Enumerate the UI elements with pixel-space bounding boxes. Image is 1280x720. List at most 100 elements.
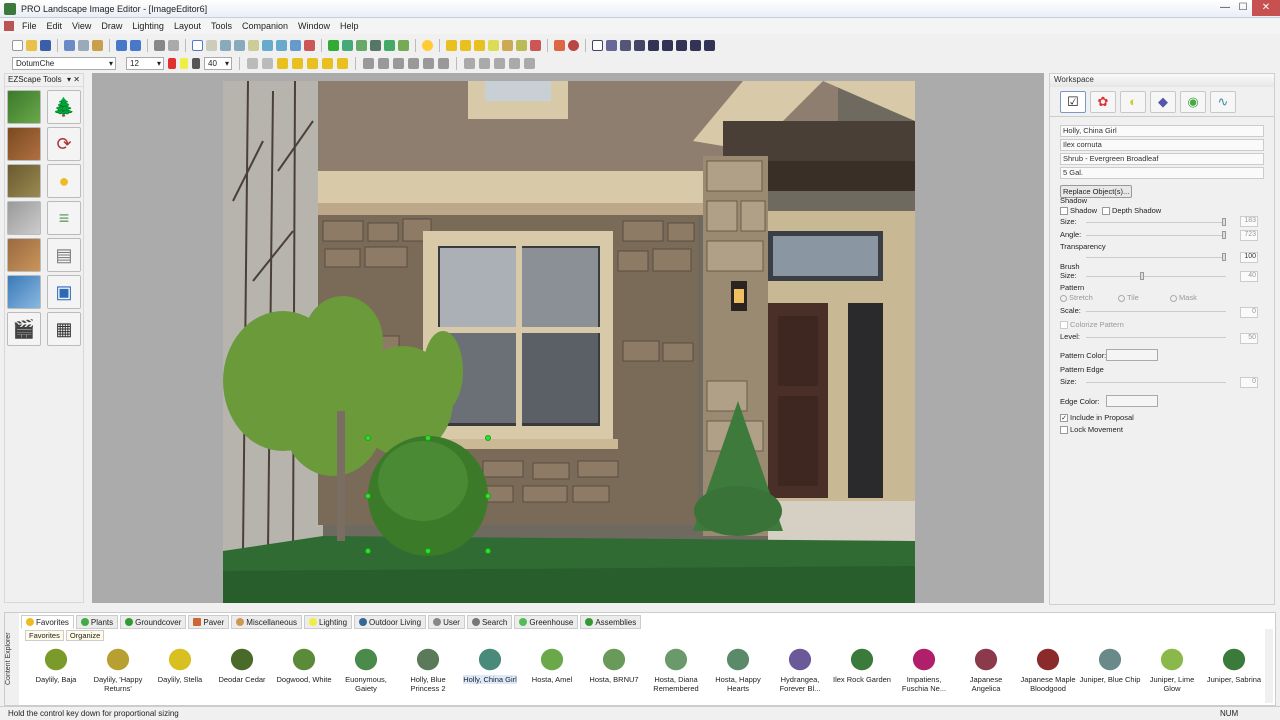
- zoom-in-icon[interactable]: [220, 39, 231, 51]
- shadow-size-knob[interactable]: [1222, 218, 1226, 226]
- font-select[interactable]: DotumChe: [12, 56, 116, 70]
- menu-lighting[interactable]: Lighting: [127, 21, 169, 31]
- tab-greenhouse[interactable]: Greenhouse: [514, 615, 579, 629]
- plant-thumbnail[interactable]: Deodar Cedar: [211, 643, 273, 693]
- align-center-icon[interactable]: [378, 57, 389, 69]
- tab-paver[interactable]: Paver: [188, 615, 230, 629]
- font-size-select[interactable]: 12: [126, 56, 164, 70]
- panel-pin-icon[interactable]: ▾ ✕: [67, 75, 80, 85]
- soil-tool-icon[interactable]: [7, 164, 41, 198]
- plant-thumbnail[interactable]: Daylily, Stella: [149, 643, 211, 693]
- arrow-back-icon[interactable]: [704, 39, 715, 51]
- plant-name-field[interactable]: Holly, China Girl: [1060, 125, 1264, 137]
- align-top-icon[interactable]: [408, 57, 419, 69]
- curve-icon[interactable]: [516, 39, 527, 51]
- monitor-icon[interactable]: ▣: [47, 275, 81, 309]
- palette-tab-icon[interactable]: ◉: [1180, 90, 1206, 113]
- tab-outdoor-living[interactable]: Outdoor Living: [354, 615, 427, 629]
- menu-window[interactable]: Window: [293, 21, 335, 31]
- wand-icon[interactable]: [634, 39, 645, 51]
- pdf-icon[interactable]: [304, 39, 315, 51]
- lighting-tool-icon[interactable]: ●: [47, 164, 81, 198]
- document-icon[interactable]: [4, 21, 14, 31]
- redo-icon[interactable]: [130, 39, 141, 51]
- replace-plant-icon[interactable]: ⟳: [47, 127, 81, 161]
- tab-favorites[interactable]: Favorites: [21, 615, 74, 629]
- plant-thumbnail[interactable]: Juniper, Blue Chip: [1079, 643, 1141, 693]
- mulch-tool-icon[interactable]: [7, 127, 41, 161]
- plant-icon[interactable]: [328, 39, 339, 51]
- minimize-button[interactable]: —: [1216, 0, 1234, 16]
- scale-value[interactable]: 0: [1240, 307, 1258, 318]
- mask-radio[interactable]: [1170, 294, 1177, 302]
- plant-thumbnail[interactable]: Daylily, 'Happy Returns': [87, 643, 149, 693]
- stretch-radio[interactable]: [1060, 294, 1067, 302]
- database-icon[interactable]: ≡: [47, 201, 81, 235]
- shrub-icon[interactable]: [370, 39, 381, 51]
- wood-tool-icon[interactable]: [7, 238, 41, 272]
- crop-icon[interactable]: [248, 39, 259, 51]
- light-bulb-icon[interactable]: [422, 39, 433, 51]
- plant-thumbnail[interactable]: Ilex Rock Garden: [831, 643, 893, 693]
- plant-thumbnail[interactable]: Daylily, Baja: [25, 643, 87, 693]
- flip-icon[interactable]: [676, 39, 687, 51]
- same-height-icon[interactable]: [524, 57, 535, 69]
- house-photo[interactable]: [223, 81, 915, 603]
- order2-icon[interactable]: [322, 57, 333, 69]
- copy-icon[interactable]: [78, 39, 89, 51]
- tab-plants[interactable]: Plants: [75, 615, 119, 629]
- properties-tab-icon[interactable]: ☑: [1060, 90, 1086, 113]
- shadow-size-value[interactable]: 183: [1240, 216, 1258, 227]
- pan-icon[interactable]: [206, 39, 217, 51]
- subtab-organize[interactable]: Organize: [65, 630, 105, 641]
- tab-lighting[interactable]: Lighting: [304, 615, 353, 629]
- shadow-size-slider[interactable]: [1086, 222, 1226, 223]
- node-add-icon[interactable]: [460, 39, 471, 51]
- align-middle-icon[interactable]: [423, 57, 434, 69]
- preview-icon[interactable]: [168, 39, 179, 51]
- paste-icon[interactable]: [92, 39, 103, 51]
- menu-companion[interactable]: Companion: [237, 21, 293, 31]
- new-icon[interactable]: [12, 39, 23, 51]
- save-icon[interactable]: [40, 39, 51, 51]
- video-help-icon[interactable]: 🎬: [7, 312, 41, 346]
- plant-thumbnail[interactable]: Hosta, BRNU7: [583, 643, 645, 693]
- add-plant-icon[interactable]: 🌲: [47, 90, 81, 124]
- light-tab-icon[interactable]: ◐: [1120, 90, 1146, 113]
- lock-movement-checkbox[interactable]: [1060, 426, 1068, 435]
- brush-size-value[interactable]: 40: [1240, 271, 1258, 282]
- explorer-scrollbar[interactable]: [1265, 629, 1273, 703]
- pencil-icon[interactable]: [648, 39, 659, 51]
- plant-thumbnail[interactable]: Japanese Maple Bloodgood: [1017, 643, 1079, 693]
- colorize-checkbox[interactable]: [1060, 321, 1068, 330]
- plant-type-field[interactable]: Shrub - Evergreen Broadleaf: [1060, 153, 1264, 165]
- arrow-icon[interactable]: [690, 39, 701, 51]
- paver-tool-icon[interactable]: [7, 201, 41, 235]
- plant-thumbnail[interactable]: Dogwood, White: [273, 643, 335, 693]
- resize-handle-r[interactable]: [485, 493, 491, 499]
- select-icon[interactable]: [192, 39, 203, 51]
- cut-icon[interactable]: [64, 39, 75, 51]
- angle-value[interactable]: 723: [1240, 230, 1258, 241]
- transparency-slider[interactable]: [1086, 257, 1226, 258]
- brush-size-slider[interactable]: [1086, 276, 1226, 277]
- tree-icon[interactable]: [356, 39, 367, 51]
- resize-handle-t[interactable]: [425, 435, 431, 441]
- plant-thumbnail[interactable]: Holly, China Girl: [459, 643, 521, 693]
- brush-color-icon[interactable]: [192, 57, 200, 69]
- resize-handle-bl[interactable]: [365, 548, 371, 554]
- plant-thumbnail[interactable]: Hosta, Happy Hearts: [707, 643, 769, 693]
- plant-thumbnail[interactable]: Hosta, Diana Remembered: [645, 643, 707, 693]
- flower-tab-icon[interactable]: ✿: [1090, 90, 1116, 113]
- shape-tab-icon[interactable]: ◆: [1150, 90, 1176, 113]
- zoom-window-icon[interactable]: [276, 39, 287, 51]
- resize-handle-tr[interactable]: [485, 435, 491, 441]
- tab-groundcover[interactable]: Groundcover: [120, 615, 187, 629]
- close-button[interactable]: ✕: [1252, 0, 1280, 16]
- eraser-icon[interactable]: [554, 39, 565, 51]
- angle-slider[interactable]: [1086, 235, 1226, 236]
- same-width-icon[interactable]: [509, 57, 520, 69]
- plant-thumbnail[interactable]: Juniper, Lime Glow: [1141, 643, 1203, 693]
- node-delete-icon[interactable]: [474, 39, 485, 51]
- level-slider[interactable]: [1086, 337, 1226, 338]
